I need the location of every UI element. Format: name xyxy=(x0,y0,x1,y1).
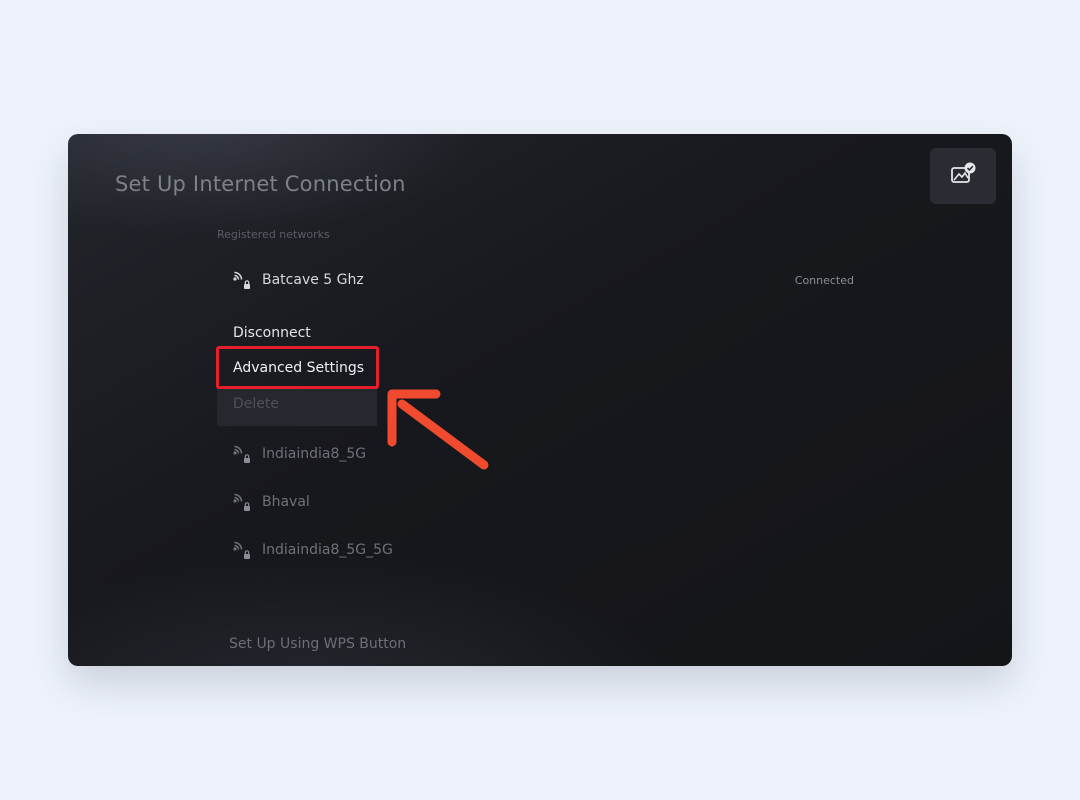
wifi-lock-icon xyxy=(230,268,254,292)
ps5-settings-screen: Set Up Internet Connection Registered ne… xyxy=(68,134,1012,666)
network-item[interactable]: Bhaval xyxy=(230,490,310,514)
page-title: Set Up Internet Connection xyxy=(115,172,406,196)
connection-status: Connected xyxy=(794,274,854,287)
network-item-connected[interactable]: Batcave 5 Ghz xyxy=(230,268,364,292)
network-name: Indiaindia8_5G xyxy=(262,446,367,462)
network-name: Batcave 5 Ghz xyxy=(262,272,364,288)
wifi-lock-icon xyxy=(230,442,254,466)
screenshot-check-icon xyxy=(949,161,977,191)
wifi-lock-icon xyxy=(230,490,254,514)
wps-setup-button[interactable]: Set Up Using WPS Button xyxy=(229,636,406,652)
wifi-lock-icon xyxy=(230,538,254,562)
delete-button[interactable]: Delete xyxy=(217,386,377,426)
network-name: Indiaindia8_5G_5G xyxy=(262,542,393,558)
network-item[interactable]: Indiaindia8_5G xyxy=(230,442,366,466)
registered-networks-label: Registered networks xyxy=(217,228,330,241)
network-item[interactable]: Indiaindia8_5G_5G xyxy=(230,538,393,562)
network-name: Bhaval xyxy=(262,494,310,510)
capture-button[interactable] xyxy=(930,148,996,204)
annotation-highlight-box xyxy=(216,346,379,389)
